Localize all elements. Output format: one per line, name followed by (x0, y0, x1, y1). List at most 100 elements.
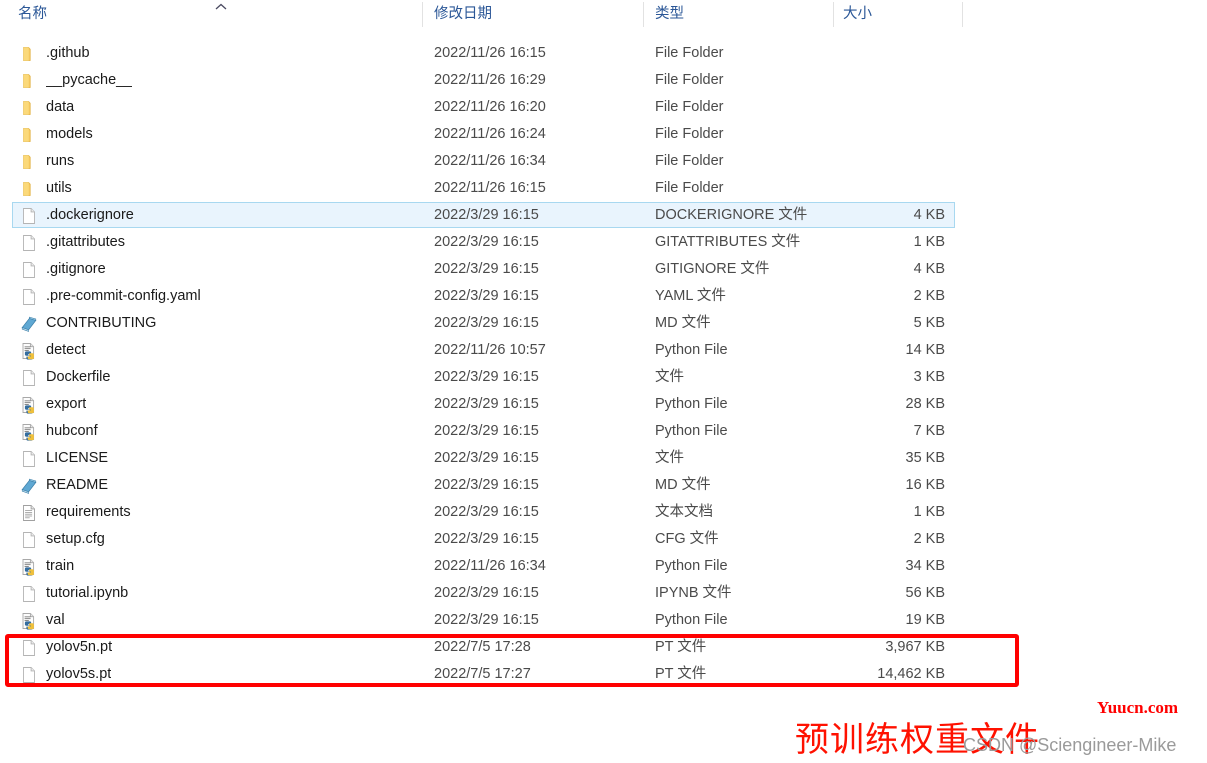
table-row[interactable]: .gitattributes 2022/3/29 16:15 GITATTRIBUT… (0, 229, 1207, 256)
cell-date-modified: 2022/11/26 16:34 (434, 153, 546, 169)
cell-size (843, 94, 945, 121)
table-row[interactable]: CONTRIBUTING 2022/3/29 16:15 MD 文件 5 KB (0, 310, 1207, 337)
blank-file-icon (20, 531, 38, 549)
folder-icon (20, 180, 38, 198)
cell-date-modified: 2022/11/26 10:57 (434, 342, 546, 358)
cell-date-modified: 2022/3/29 16:15 (434, 261, 539, 277)
cell-type: IPYNB 文件 (655, 585, 732, 601)
table-row[interactable]: setup.cfg 2022/3/29 16:15 CFG 文件 2 KB (0, 526, 1207, 553)
cell-size: 19 KB (905, 612, 946, 628)
cell-size: 56 KB (905, 585, 946, 601)
file-rows[interactable]: .github 2022/11/26 16:15 File Folder __pyca… (0, 40, 1207, 688)
cell-date-modified: 2022/11/26 16:34 (434, 558, 546, 574)
cell-type: Python File (655, 396, 728, 412)
cell-type: Python File (655, 558, 728, 574)
cell-name: tutorial.ipynb (46, 585, 129, 601)
folder-icon (20, 153, 38, 171)
table-row[interactable]: train 2022/11/26 16:34 Python File 34 KB (0, 553, 1207, 580)
cell-name: models (46, 126, 93, 142)
table-row[interactable]: utils 2022/11/26 16:15 File Folder (0, 175, 1207, 202)
column-header-type[interactable]: 类型 (655, 0, 684, 29)
cell-name: .pre-commit-config.yaml (46, 288, 201, 304)
table-row[interactable]: tutorial.ipynb 2022/3/29 16:15 IPYNB 文件 56 … (0, 580, 1207, 607)
sort-ascending-caret-icon (215, 3, 227, 11)
cell-date-modified: 2022/11/26 16:15 (434, 180, 546, 196)
blank-file-icon (20, 639, 38, 657)
cell-type: GITATTRIBUTES 文件 (655, 234, 801, 250)
table-row[interactable]: .dockerignore 2022/3/29 16:15 DOCKERIGNORE… (0, 202, 1207, 229)
column-header-date-modified[interactable]: 修改日期 (434, 0, 492, 29)
column-header-name[interactable]: 名称 (18, 0, 47, 29)
cell-size: 14,462 KB (877, 666, 945, 682)
site-watermark: Yuucn.com (1097, 698, 1179, 717)
table-row[interactable]: yolov5n.pt 2022/7/5 17:28 PT 文件 3,967 KB (0, 634, 1207, 661)
cell-size: 35 KB (905, 450, 946, 466)
table-row[interactable]: data 2022/11/26 16:20 File Folder (0, 94, 1207, 121)
cell-date-modified: 2022/3/29 16:15 (434, 396, 539, 412)
column-header-row[interactable]: 名称 修改日期 类型 大小 (0, 0, 963, 29)
cell-size: 4 KB (913, 207, 945, 223)
table-row[interactable]: README 2022/3/29 16:15 MD 文件 16 KB (0, 472, 1207, 499)
cell-size (843, 148, 945, 175)
cell-name: utils (46, 180, 72, 196)
column-divider[interactable] (833, 2, 834, 27)
table-row[interactable]: Dockerfile 2022/3/29 16:15 文件 3 KB (0, 364, 1207, 391)
cell-size: 2 KB (913, 288, 945, 304)
cell-date-modified: 2022/7/5 17:27 (434, 666, 531, 682)
cell-type: DOCKERIGNORE 文件 (655, 207, 808, 223)
cell-date-modified: 2022/11/26 16:15 (434, 45, 546, 61)
python-file-icon (20, 396, 38, 414)
table-row[interactable]: .github 2022/11/26 16:15 File Folder (0, 40, 1207, 67)
cell-size: 3 KB (913, 369, 945, 385)
table-row[interactable]: export 2022/3/29 16:15 Python File 28 KB (0, 391, 1207, 418)
cell-date-modified: 2022/3/29 16:15 (434, 369, 539, 385)
cell-size: 1 KB (913, 504, 945, 520)
cell-name: yolov5s.pt (46, 666, 112, 682)
cell-type: 文本文档 (655, 504, 713, 520)
cell-name: CONTRIBUTING (46, 315, 157, 331)
cell-name: runs (46, 153, 75, 169)
table-row[interactable]: .gitignore 2022/3/29 16:15 GITIGNORE 文件 4 K… (0, 256, 1207, 283)
cell-type: File Folder (655, 45, 724, 61)
table-row[interactable]: hubconf 2022/3/29 16:15 Python File 7 KB (0, 418, 1207, 445)
blank-file-icon (20, 369, 38, 387)
table-row[interactable]: .pre-commit-config.yaml 2022/3/29 16:15 YA… (0, 283, 1207, 310)
cell-size: 34 KB (905, 558, 946, 574)
table-row[interactable]: val 2022/3/29 16:15 Python File 19 KB (0, 607, 1207, 634)
table-row[interactable]: yolov5s.pt 2022/7/5 17:27 PT 文件 14,462 KB (0, 661, 1207, 688)
cell-size (843, 121, 945, 148)
cell-date-modified: 2022/3/29 16:15 (434, 531, 539, 547)
column-header-size[interactable]: 大小 (843, 0, 872, 29)
table-row[interactable]: models 2022/11/26 16:24 File Folder (0, 121, 1207, 148)
column-divider[interactable] (422, 2, 423, 27)
cell-name: hubconf (46, 423, 98, 439)
table-row[interactable]: requirements 2022/3/29 16:15 文本文档 1 KB (0, 499, 1207, 526)
cell-name: .dockerignore (46, 207, 134, 223)
cell-size (843, 40, 945, 67)
table-row[interactable]: __pycache__ 2022/11/26 16:29 File Folder (0, 67, 1207, 94)
markdown-icon (20, 315, 38, 333)
column-divider[interactable] (962, 2, 963, 27)
table-row[interactable]: runs 2022/11/26 16:34 File Folder (0, 148, 1207, 175)
file-list-view[interactable]: 名称 修改日期 类型 大小 .github 2022/11/26 16:15 Fil… (0, 0, 1207, 700)
table-row[interactable]: detect 2022/11/26 10:57 Python File 14 KB (0, 337, 1207, 364)
blank-file-icon (20, 585, 38, 603)
cell-date-modified: 2022/11/26 16:20 (434, 99, 546, 115)
cell-size: 2 KB (913, 531, 945, 547)
cell-type: PT 文件 (655, 666, 707, 682)
cell-type: Python File (655, 423, 728, 439)
cell-date-modified: 2022/3/29 16:15 (434, 504, 539, 520)
cell-date-modified: 2022/11/26 16:29 (434, 72, 546, 88)
cell-size: 28 KB (905, 396, 946, 412)
cell-name: LICENSE (46, 450, 109, 466)
cell-name: .gitignore (46, 261, 106, 277)
csdn-watermark: CSDN @Sciengineer-Mike (963, 735, 1177, 755)
cell-size: 7 KB (913, 423, 945, 439)
cell-type: YAML 文件 (655, 288, 726, 304)
table-row[interactable]: LICENSE 2022/3/29 16:15 文件 35 KB (0, 445, 1207, 472)
folder-icon (20, 99, 38, 117)
column-divider[interactable] (643, 2, 644, 27)
cell-name: __pycache__ (46, 72, 133, 88)
blank-file-icon (20, 207, 38, 225)
blank-file-icon (20, 261, 38, 279)
